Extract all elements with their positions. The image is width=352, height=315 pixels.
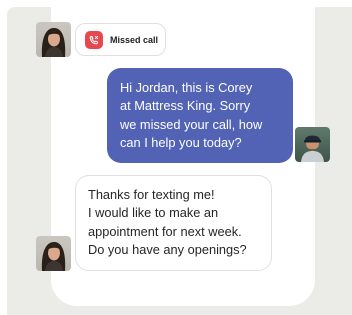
- outgoing-message-line: can I help you today?: [120, 135, 242, 151]
- outgoing-message-line: Hi Jordan, this is Corey: [120, 80, 253, 95]
- phone-missed-icon: [85, 30, 103, 49]
- conversation-stage: Missed call Hi Jordan, this is Corey at …: [0, 0, 352, 315]
- incoming-message-line: I would like to make an: [88, 205, 219, 221]
- customer-photo: [41, 242, 66, 271]
- incoming-message-line: appointment for next week.: [88, 223, 242, 239]
- incoming-message-bubble: Thanks for texting me! I would like to m…: [75, 175, 272, 271]
- incoming-message-line: Thanks for texting me!: [88, 187, 215, 202]
- customer-photo: [41, 28, 66, 57]
- agent-avatar: [295, 127, 330, 162]
- customer-avatar: [36, 236, 71, 271]
- outgoing-message-line: at Mattress King. Sorry: [120, 98, 251, 114]
- missed-call-label: Missed call: [110, 34, 159, 45]
- missed-call-badge[interactable]: Missed call: [75, 23, 166, 56]
- agent-photo: [301, 135, 324, 162]
- outgoing-message-line: we missed your call, how: [120, 116, 263, 132]
- incoming-message-line: Do you have any openings?: [88, 242, 247, 258]
- outgoing-message-bubble: Hi Jordan, this is Corey at Mattress Kin…: [107, 68, 293, 163]
- customer-avatar: [36, 22, 71, 57]
